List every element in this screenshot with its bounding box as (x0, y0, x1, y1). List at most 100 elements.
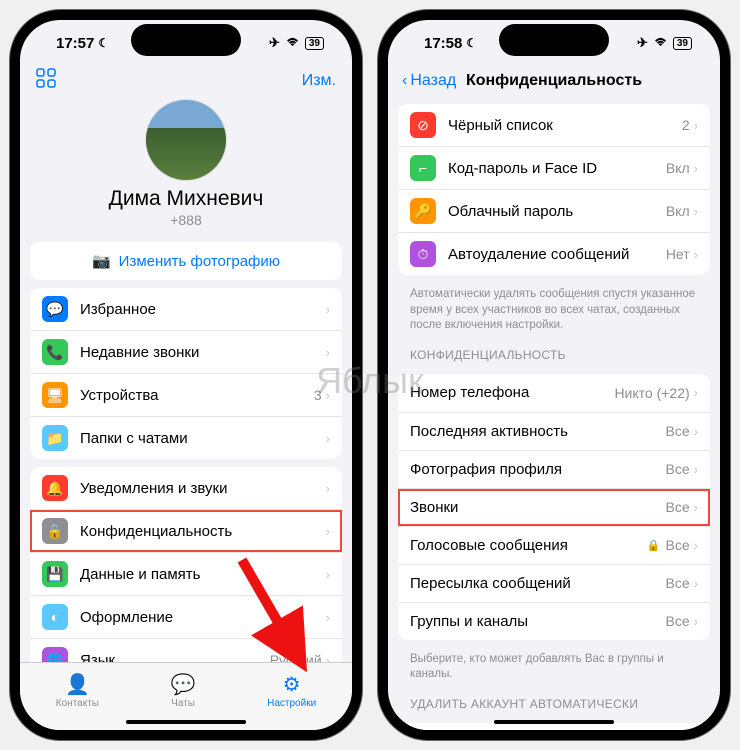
row-label: Последняя активность (410, 423, 666, 440)
phone-right: 17:58 ☾ ✈ 39 ‹ Назад Конфиденциальность (378, 10, 730, 740)
tab-label: Настройки (267, 698, 316, 709)
chevron-right-icon: › (694, 247, 698, 262)
list-row[interactable]: Последняя активностьВсе› (398, 412, 710, 450)
chevron-right-icon: › (326, 388, 330, 403)
back-label: Назад (410, 72, 456, 90)
row-label: Пересылка сообщений (410, 575, 666, 592)
row-icon: ⊘ (410, 112, 436, 138)
wifi-icon (285, 36, 300, 51)
chevron-right-icon: › (694, 462, 698, 477)
nav-header: ‹ Назад Конфиденциальность (388, 66, 720, 96)
chevron-right-icon: › (326, 653, 330, 663)
dnd-icon: ☾ (466, 36, 477, 50)
row-icon: 🔔 (42, 475, 68, 501)
row-label: Автоудаление сообщений (448, 246, 666, 263)
tab-icon: 💬 (171, 672, 196, 697)
list-row[interactable]: 🔑Облачный парольВкл› (398, 189, 710, 232)
chevron-right-icon: › (694, 161, 698, 176)
profile-phone: +888 (36, 212, 336, 228)
list-row[interactable]: ⊘ Чёрный список2 › (398, 104, 710, 146)
row-icon: 🔑 (410, 198, 436, 224)
profile-name: Дима Михневич (36, 187, 336, 211)
screen-privacy: 17:58 ☾ ✈ 39 ‹ Назад Конфиденциальность (388, 20, 720, 730)
row-value: 3 (314, 387, 322, 403)
airplane-icon: ✈ (637, 35, 648, 51)
tab-Контакты[interactable]: 👤Контакты (56, 672, 99, 709)
list-row[interactable]: Пересылка сообщенийВсе› (398, 564, 710, 602)
row-icon: ◐ (42, 604, 68, 630)
row-icon: ⌐ (410, 155, 436, 181)
row-icon: 📞 (42, 339, 68, 365)
phone-left: 17:57 ☾ ✈ 39 Изм. Дима Михнев (10, 10, 362, 740)
row-label: Недавние звонки (80, 344, 326, 361)
qr-icon[interactable] (36, 68, 56, 93)
chevron-right-icon: › (694, 614, 698, 629)
notch (499, 24, 609, 56)
camera-icon: 📷 (92, 252, 111, 270)
list-row[interactable]: Фотография профиляВсе› (398, 450, 710, 488)
home-indicator (494, 720, 614, 724)
list-row[interactable]: ⌐ Код-пароль и Face IDВкл › (398, 146, 710, 189)
list-row[interactable]: 📞 Недавние звонки› (30, 330, 342, 373)
row-value: Все (666, 613, 690, 629)
row-value: 2 (682, 117, 690, 133)
airplane-icon: ✈ (269, 35, 280, 51)
row-value: Все (666, 423, 690, 439)
tab-Чаты[interactable]: 💬Чаты (171, 672, 196, 709)
chevron-right-icon: › (694, 118, 698, 133)
row-label: Голосовые сообщения (410, 537, 647, 554)
list-row[interactable]: Группы и каналыВсе › (398, 602, 710, 640)
row-label: Чёрный список (448, 117, 682, 134)
row-icon: 🖥 (42, 382, 68, 408)
battery-icon: 39 (305, 37, 324, 50)
chevron-right-icon: › (694, 385, 698, 400)
chevron-right-icon: › (326, 481, 330, 496)
list-row[interactable]: Голосовые сообщения🔒Все› (398, 526, 710, 564)
list-row[interactable]: 💬Избранное› (30, 288, 342, 330)
list-row[interactable]: ⏱Автоудаление сообщенийНет› (398, 232, 710, 275)
list-row[interactable]: 🔒 Конфиденциальность› (30, 509, 342, 552)
row-icon: 🔒 (42, 518, 68, 544)
row-label: Звонки (410, 499, 666, 516)
header-delete: УДАЛИТЬ АККАУНТ АВТОМАТИЧЕСКИ (388, 683, 720, 715)
battery-icon: 39 (673, 37, 692, 50)
list-row[interactable]: 🖥Устройства3› (30, 373, 342, 416)
row-icon: 🌐 (42, 647, 68, 662)
row-icon: 💾 (42, 561, 68, 587)
page-title: Конфиденциальность (466, 72, 642, 90)
list-row[interactable]: 📁Папки с чатами› (30, 416, 342, 459)
row-value: Все (666, 575, 690, 591)
chevron-right-icon: › (694, 204, 698, 219)
row-value: Все (666, 537, 690, 553)
group-general: 💬Избранное›📞Недавние звонки›🖥Устройства3… (30, 288, 342, 459)
row-value: Вкл (666, 160, 690, 176)
list-row[interactable]: Номер телефонаНикто (+22)› (398, 374, 710, 412)
list-row[interactable]: ЗвонкиВсе› (398, 488, 710, 526)
back-button[interactable]: ‹ Назад (402, 72, 456, 90)
avatar[interactable] (145, 99, 227, 181)
edit-button[interactable]: Изм. (302, 72, 336, 90)
red-arrow (232, 550, 322, 680)
row-value: Никто (+22) (614, 385, 689, 401)
change-photo-button[interactable]: 📷 Изменить фотографию (30, 242, 342, 280)
row-label: Облачный пароль (448, 203, 666, 220)
chevron-right-icon: › (326, 302, 330, 317)
change-photo-label: Изменить фотографию (119, 253, 280, 270)
row-label: Фотография профиля (410, 461, 666, 478)
note-groups: Выберите, кто может добавлять Вас в груп… (388, 648, 720, 683)
note-autodelete: Автоматически удалять сообщения спустя у… (388, 283, 720, 334)
screen-settings: 17:57 ☾ ✈ 39 Изм. Дима Михнев (20, 20, 352, 730)
tab-icon: 👤 (56, 672, 99, 697)
row-label: Конфиденциальность (80, 523, 326, 540)
chevron-right-icon: › (326, 345, 330, 360)
status-time: 17:58 (424, 35, 462, 52)
row-label: Код-пароль и Face ID (448, 160, 666, 177)
header-privacy: КОНФИДЕНЦИАЛЬНОСТЬ (388, 334, 720, 366)
row-label: Группы и каналы (410, 613, 666, 630)
chevron-right-icon: › (326, 524, 330, 539)
group-photo: 📷 Изменить фотографию (30, 242, 342, 280)
header: Изм. (20, 66, 352, 99)
dnd-icon: ☾ (98, 36, 109, 50)
row-icon: 📁 (42, 425, 68, 451)
list-row[interactable]: 🔔Уведомления и звуки› (30, 467, 342, 509)
